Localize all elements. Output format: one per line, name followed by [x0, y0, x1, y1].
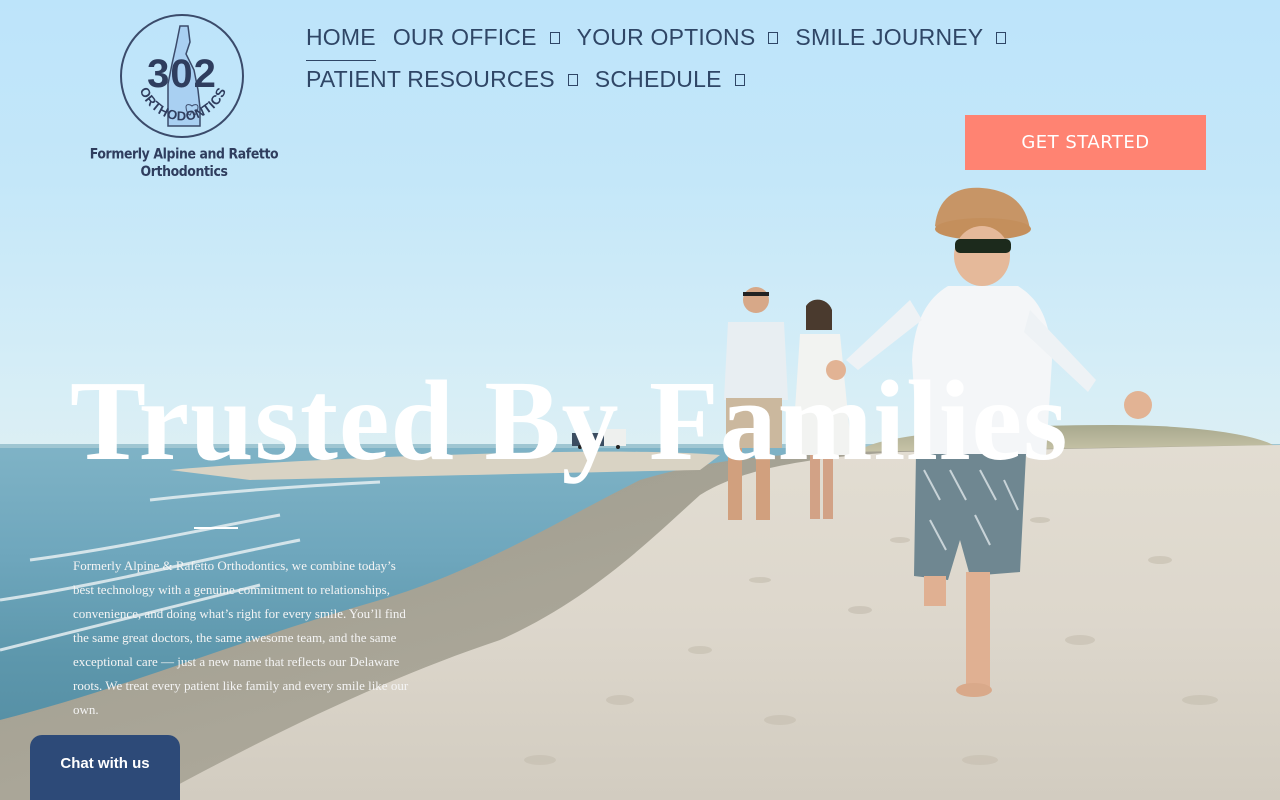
dropdown-caret-icon[interactable]	[567, 74, 578, 86]
nav-label: OUR OFFICE	[392, 23, 537, 50]
hero-description: Formerly Alpine & Rafetto Orthodontics, …	[73, 558, 409, 717]
nav-label: SCHEDULE	[594, 65, 722, 92]
svg-text:ORTHODONTICS: ORTHODONTICS	[137, 85, 230, 124]
dropdown-caret-icon[interactable]	[996, 32, 1007, 44]
nav-item-your-options[interactable]: YOUR OPTIONS	[577, 24, 779, 51]
get-started-button[interactable]: GET STARTED	[965, 115, 1206, 170]
nav-label: YOUR OPTIONS	[576, 23, 756, 50]
nav-row-2: PATIENT RESOURCES SCHEDULE	[306, 58, 1006, 100]
nav-row-1: HOME OUR OFFICE YOUR OPTIONS SMILE JOURN…	[306, 16, 1007, 61]
nav-label: SMILE JOURNEY	[795, 23, 984, 50]
dropdown-caret-icon[interactable]	[768, 32, 779, 44]
nav-item-smile-journey[interactable]: SMILE JOURNEY	[795, 23, 1007, 51]
main-navigation: HOME OUR OFFICE YOUR OPTIONS SMILE JOURN…	[306, 16, 1007, 100]
nav-item-patient-resources[interactable]: PATIENT RESOURCES	[306, 66, 578, 93]
nav-item-schedule[interactable]: SCHEDULE	[595, 66, 745, 93]
dropdown-caret-icon[interactable]	[549, 32, 560, 44]
logo-tagline: Formerly Alpine and Rafetto Orthodontics	[89, 144, 279, 180]
hero-title: Trusted By Families	[70, 357, 1069, 485]
chat-label: Chat with us	[60, 755, 150, 772]
site-logo[interactable]: 302 ORTHODONTICS Formerly Alpine and Raf…	[66, 12, 302, 179]
nav-item-our-office[interactable]: OUR OFFICE	[393, 24, 560, 51]
dropdown-caret-icon[interactable]	[734, 74, 745, 86]
nav-label: HOME	[306, 23, 376, 50]
nav-item-home[interactable]: HOME	[306, 23, 376, 61]
chat-widget-button[interactable]: Chat with us	[30, 735, 180, 800]
logo-wordmark: ORTHODONTICS	[137, 85, 230, 124]
hero-divider	[194, 527, 238, 529]
nav-label: PATIENT RESOURCES	[306, 65, 555, 92]
